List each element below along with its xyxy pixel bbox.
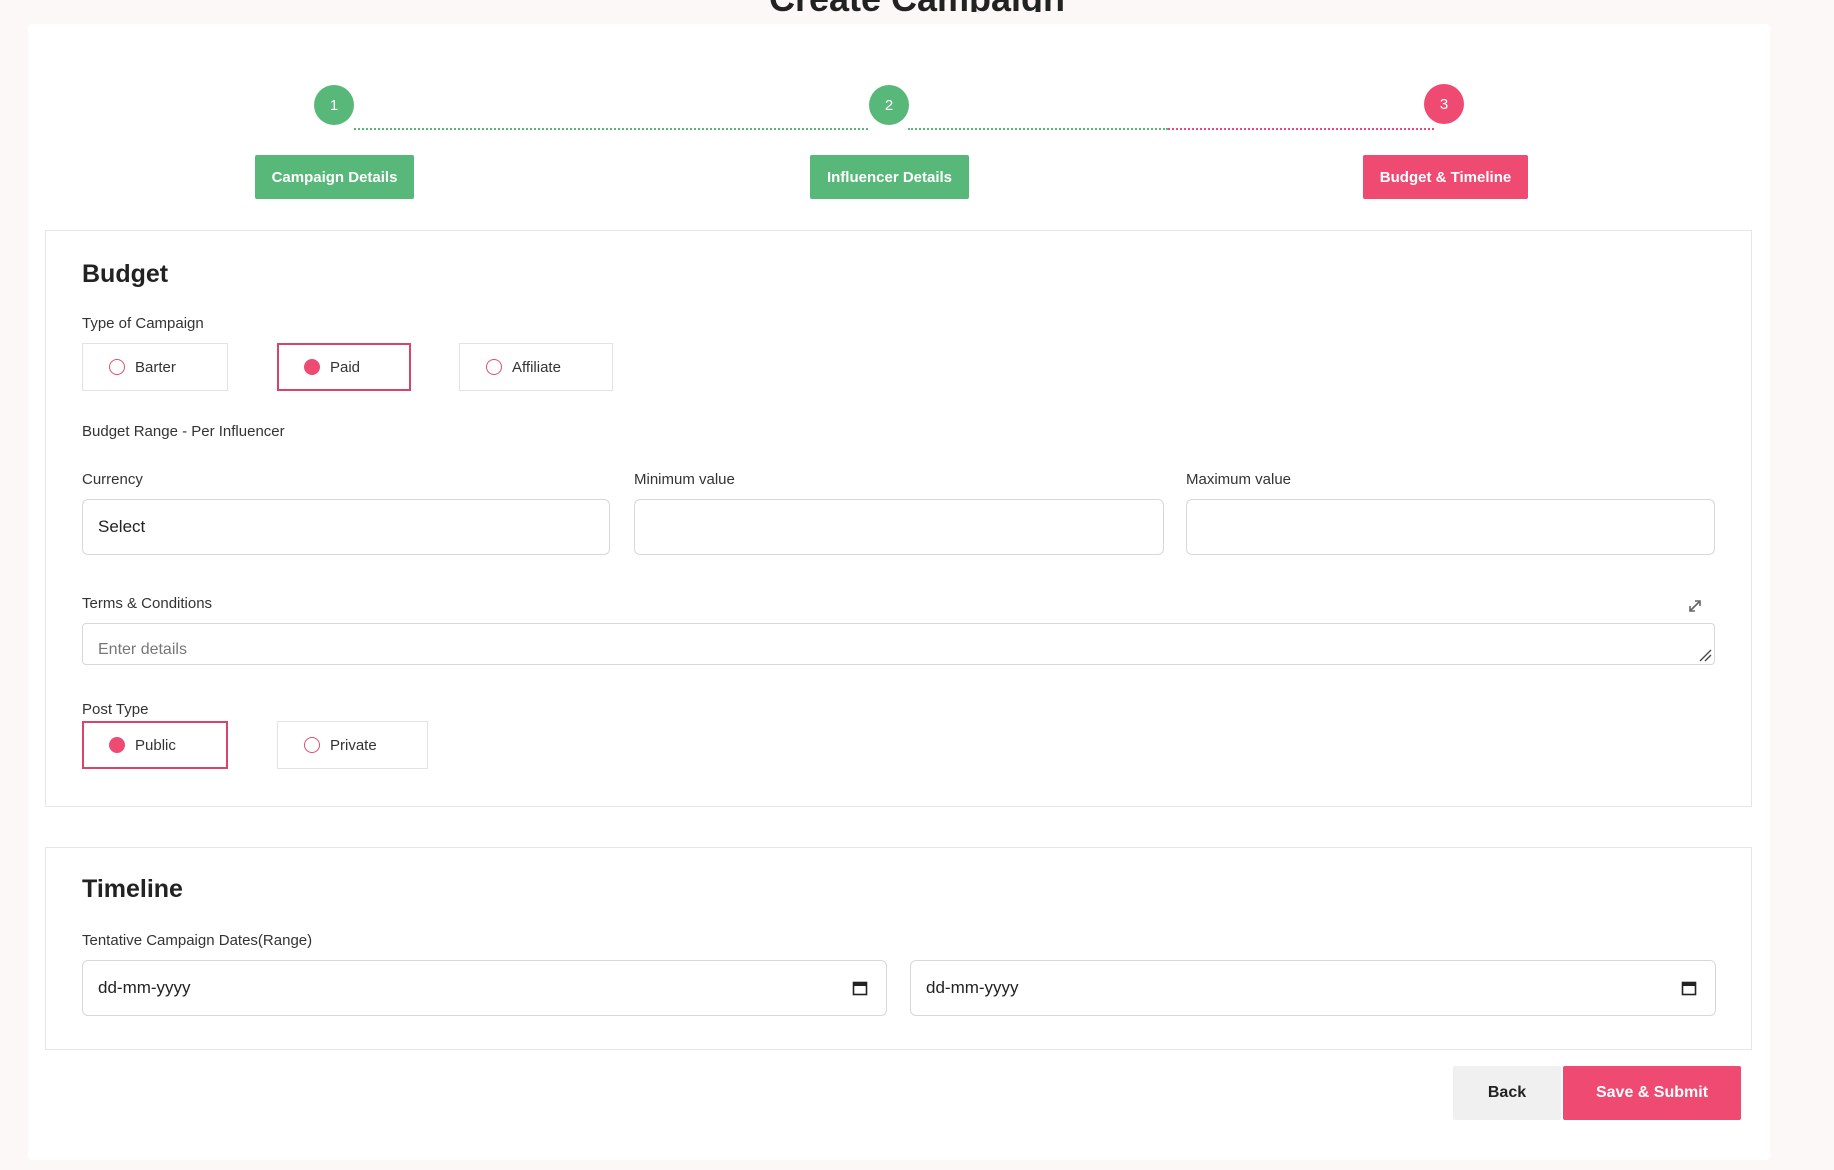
page-title: Create Campaign [0, 0, 1834, 12]
terms-textarea[interactable]: Enter details [82, 623, 1715, 665]
save-submit-button[interactable]: Save & Submit [1563, 1066, 1741, 1120]
step-2-circle[interactable]: 2 [869, 85, 909, 125]
back-button[interactable]: Back [1453, 1066, 1561, 1120]
campaign-type-label: Type of Campaign [82, 315, 204, 332]
step-connector-2-3-pending [1168, 128, 1434, 130]
step-3-circle[interactable]: 3 [1424, 84, 1464, 124]
budget-title: Budget [82, 260, 169, 288]
min-value-label: Minimum value [634, 471, 735, 488]
radio-circle-icon [486, 359, 502, 375]
radio-paid[interactable]: Paid [277, 343, 411, 391]
currency-select[interactable]: Select [82, 499, 610, 555]
radio-paid-label: Paid [330, 358, 361, 376]
post-type-label: Post Type [82, 701, 149, 718]
timeline-section: Timeline Tentative Campaign Dates(Range)… [45, 847, 1752, 1050]
step-1-circle[interactable]: 1 [314, 85, 354, 125]
radio-selected-icon [109, 737, 125, 753]
step-connector-1-2 [354, 128, 868, 130]
page-title-container: Create Campaign [0, 0, 1834, 12]
terms-placeholder: Enter details [98, 641, 187, 658]
currency-label: Currency [82, 471, 143, 488]
budget-section: Budget Type of Campaign Barter Paid Affi… [45, 230, 1752, 807]
radio-affiliate[interactable]: Affiliate [459, 343, 613, 391]
radio-public-label: Public [135, 736, 176, 754]
calendar-icon[interactable] [852, 980, 868, 996]
start-date-placeholder: dd-mm-yyyy [98, 978, 191, 997]
terms-label: Terms & Conditions [82, 595, 213, 612]
resize-handle-icon[interactable] [1698, 648, 1712, 662]
radio-circle-icon [304, 737, 320, 753]
max-value-label: Maximum value [1186, 471, 1292, 488]
radio-affiliate-label: Affiliate [512, 358, 561, 376]
start-date-input[interactable]: dd-mm-yyyy [82, 960, 887, 1016]
end-date-input[interactable]: dd-mm-yyyy [910, 960, 1716, 1016]
step-connector-2-3-complete [908, 128, 1168, 130]
budget-range-label: Budget Range - Per Influencer [82, 423, 285, 440]
min-value-input[interactable] [634, 499, 1164, 555]
max-value-input[interactable] [1186, 499, 1715, 555]
radio-private[interactable]: Private [277, 721, 428, 769]
expand-icon[interactable] [1686, 597, 1704, 615]
radio-barter-label: Barter [135, 358, 176, 376]
step-3-label[interactable]: Budget & Timeline [1363, 155, 1528, 199]
timeline-title: Timeline [82, 875, 183, 903]
dates-label: Tentative Campaign Dates(Range) [82, 932, 313, 949]
step-2-label[interactable]: Influencer Details [810, 155, 969, 199]
radio-private-label: Private [330, 736, 377, 754]
radio-public[interactable]: Public [82, 721, 228, 769]
step-1-label[interactable]: Campaign Details [255, 155, 414, 199]
form-card: 1 2 3 Campaign Details Influencer Detail… [28, 24, 1770, 1160]
end-date-placeholder: dd-mm-yyyy [926, 978, 1019, 997]
radio-selected-icon [304, 359, 320, 375]
radio-circle-icon [109, 359, 125, 375]
radio-barter[interactable]: Barter [82, 343, 228, 391]
calendar-icon[interactable] [1681, 980, 1697, 996]
currency-select-value: Select [98, 517, 146, 536]
